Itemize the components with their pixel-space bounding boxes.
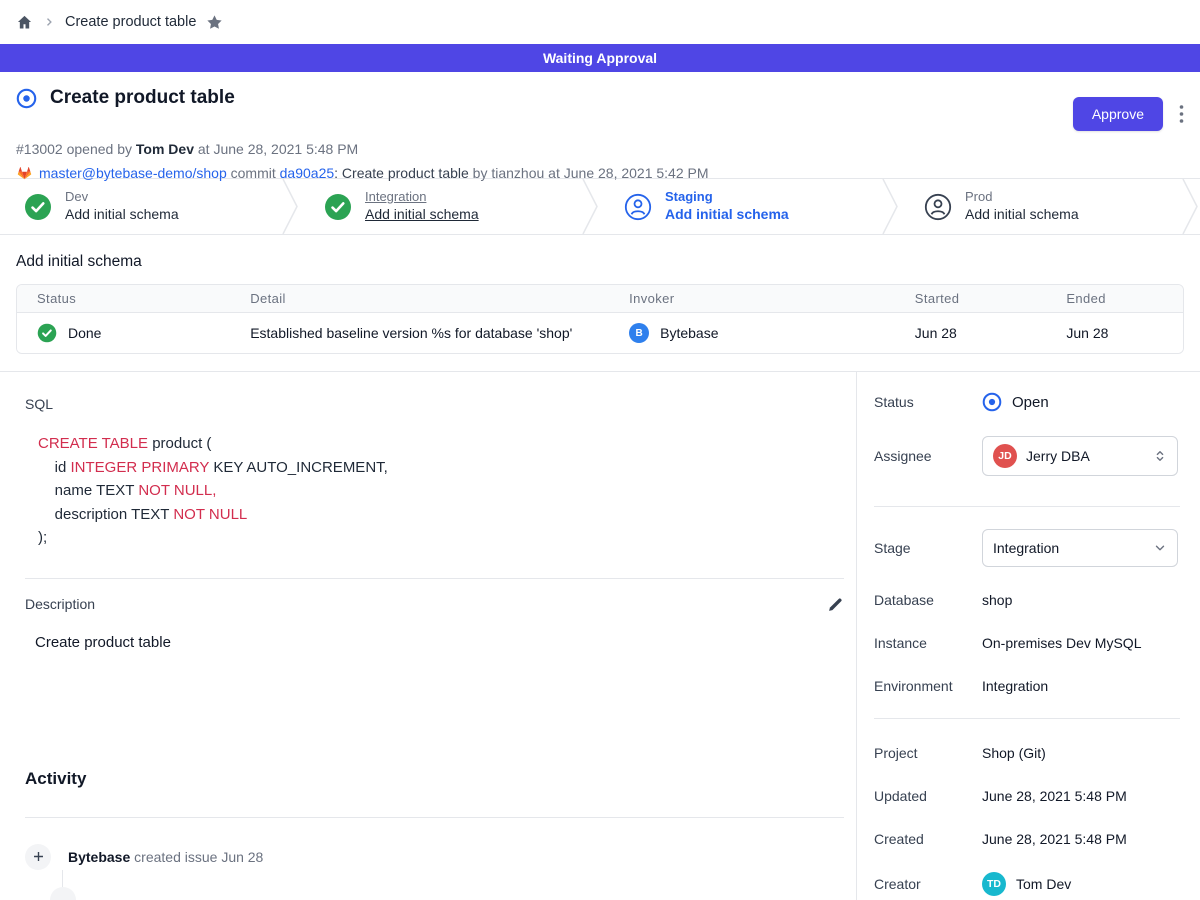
col-invoker: Invoker — [629, 285, 915, 313]
project-label: Project — [874, 745, 982, 761]
instance-label: Instance — [874, 635, 982, 651]
stage-env-label: Dev — [65, 189, 179, 205]
col-status: Status — [17, 285, 250, 313]
stage-task-label: Add initial schema — [65, 206, 179, 224]
invoker-avatar: B — [629, 323, 649, 343]
creator-avatar: TD — [982, 872, 1006, 896]
stage-env-label: Prod — [965, 189, 1079, 205]
assignee-select[interactable]: JD Jerry DBA — [982, 436, 1178, 476]
description-label: Description — [25, 596, 95, 612]
sql-statement: CREATE TABLE product ( id INTEGER PRIMAR… — [38, 432, 844, 550]
description-text: Create product table — [35, 634, 844, 651]
stage-separator — [282, 179, 300, 234]
breadcrumb: Create product table — [0, 0, 1200, 44]
updated-value: June 28, 2021 5:48 PM — [982, 788, 1127, 804]
task-detail: Established baseline version %s for data… — [250, 313, 629, 353]
created-label: Created — [874, 831, 982, 847]
stage-env-link[interactable]: Integration — [365, 189, 479, 205]
created-value: June 28, 2021 5:48 PM — [982, 831, 1127, 847]
creator-value: TD Tom Dev — [982, 872, 1071, 896]
status-value: Open — [982, 392, 1049, 412]
chevron-down-icon — [1153, 541, 1167, 555]
database-label: Database — [874, 592, 982, 608]
stage-env-label: Staging — [665, 189, 789, 205]
issue-detail-panel: SQL CREATE TABLE product ( id INTEGER PR… — [0, 372, 856, 900]
home-icon[interactable] — [16, 14, 33, 31]
activity-title: Activity — [25, 769, 844, 789]
check-circle-icon — [324, 193, 352, 221]
col-ended: Ended — [1066, 285, 1183, 313]
stage-task-label: Add initial schema — [965, 206, 1079, 224]
stage-separator — [1182, 179, 1200, 234]
chevron-right-icon — [43, 16, 55, 28]
task-section: Add initial schema Status Detail Invoker… — [0, 235, 1200, 371]
pencil-icon[interactable] — [827, 596, 844, 613]
approve-button[interactable]: Approve — [1073, 97, 1163, 131]
task-table-row: Done Established baseline version %s for… — [17, 313, 1183, 353]
creator-label: Creator — [874, 876, 982, 892]
instance-value: On-premises Dev MySQL — [982, 635, 1141, 651]
stage-integration[interactable]: IntegrationAdd initial schema — [300, 179, 582, 234]
timeline-next-node — [50, 887, 76, 900]
issue-meta: #13002 opened by Tom Dev at June 28, 202… — [16, 141, 1184, 157]
status-label: Status — [874, 394, 982, 410]
task-section-title: Add initial schema — [16, 253, 1184, 271]
task-invoker: Bytebase — [660, 325, 718, 341]
environment-label: Environment — [874, 678, 982, 694]
sql-section-label: SQL — [25, 396, 844, 412]
approval-banner: Waiting Approval — [0, 44, 1200, 72]
col-started: Started — [915, 285, 1067, 313]
stage-select[interactable]: Integration — [982, 529, 1178, 567]
up-down-chevrons-icon — [1153, 449, 1167, 463]
activity-item: Bytebase created issue Jun 28 — [25, 844, 844, 870]
assignee-avatar: JD — [993, 444, 1017, 468]
task-table-header: Status Detail Invoker Started Ended — [17, 285, 1183, 313]
kebab-menu-icon[interactable] — [1179, 104, 1184, 124]
project-value[interactable]: Shop (Git) — [982, 745, 1046, 761]
stage-prod[interactable]: ProdAdd initial schema — [900, 179, 1182, 234]
stage-value: Integration — [993, 540, 1144, 556]
person-circle-icon — [924, 193, 952, 221]
task-ended: Jun 28 — [1066, 313, 1183, 353]
task-status: Done — [68, 325, 101, 341]
col-detail: Detail — [250, 285, 629, 313]
stage-separator — [882, 179, 900, 234]
star-icon[interactable] — [206, 14, 223, 31]
stage-task-link[interactable]: Add initial schema — [365, 206, 479, 224]
timeline-line — [62, 870, 63, 887]
task-started: Jun 28 — [915, 313, 1067, 353]
stage-label: Stage — [874, 540, 982, 556]
issue-sidebar: Status Open Assignee JD Jerry DBA Stage — [856, 372, 1200, 900]
issue-author: Tom Dev — [136, 141, 194, 157]
open-circle-icon — [982, 392, 1002, 412]
activity-actor: Bytebase — [68, 849, 130, 865]
plus-icon — [25, 844, 51, 870]
task-table: Status Detail Invoker Started Ended Done… — [16, 284, 1184, 354]
environment-value: Integration — [982, 678, 1048, 694]
check-circle-icon — [37, 323, 57, 343]
database-value: shop — [982, 592, 1012, 608]
divider — [874, 506, 1180, 507]
open-circle-icon — [16, 88, 37, 109]
assignee-label: Assignee — [874, 448, 982, 464]
issue-title: Create product table — [50, 87, 235, 109]
stage-dev[interactable]: DevAdd initial schema — [0, 179, 282, 234]
stage-separator — [582, 179, 600, 234]
divider — [25, 817, 844, 818]
issue-header: Create product table Approve #13002 open… — [0, 72, 1200, 178]
assignee-value: Jerry DBA — [1026, 448, 1144, 464]
approval-banner-text: Waiting Approval — [543, 50, 657, 66]
divider — [874, 718, 1180, 719]
person-circle-icon — [624, 193, 652, 221]
pipeline-stage-bar: DevAdd initial schema IntegrationAdd ini… — [0, 178, 1200, 235]
check-circle-icon — [24, 193, 52, 221]
stage-task-label: Add initial schema — [665, 206, 789, 224]
activity-action: created issue Jun 28 — [130, 849, 263, 865]
stage-staging[interactable]: StagingAdd initial schema — [600, 179, 882, 234]
divider — [25, 578, 844, 579]
updated-label: Updated — [874, 788, 982, 804]
breadcrumb-page-title[interactable]: Create product table — [65, 14, 196, 30]
